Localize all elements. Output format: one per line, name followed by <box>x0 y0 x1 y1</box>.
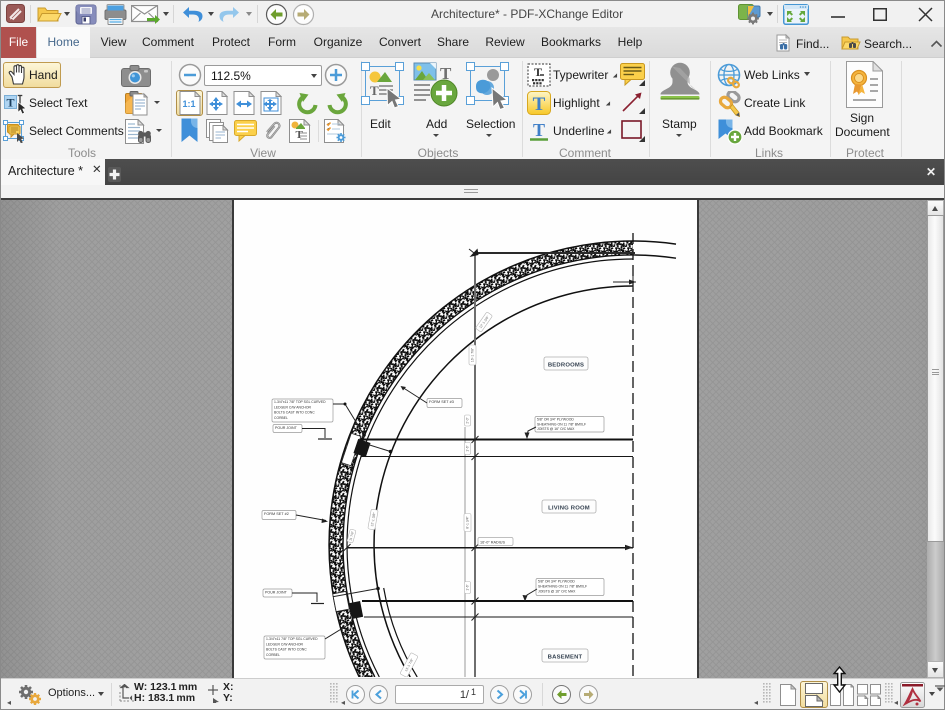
svg-text:BOLTS CAST INTO CONC: BOLTS CAST INTO CONC <box>266 648 307 652</box>
svg-text:1-3/4"x11 7/8" TOP SGL CURVED: 1-3/4"x11 7/8" TOP SGL CURVED <box>274 400 326 404</box>
svg-text:FORM SET #2: FORM SET #2 <box>264 512 289 516</box>
svg-text:LIVING ROOM: LIVING ROOM <box>548 506 590 512</box>
svg-text:T: T <box>370 83 379 98</box>
svg-text:JOISTS @ 16" O/C MAX: JOISTS @ 16" O/C MAX <box>538 590 576 594</box>
svg-text:5/8" OR 3/4" PLYWOOD: 5/8" OR 3/4" PLYWOOD <box>538 580 575 584</box>
svg-text:16'-1 7/8": 16'-1 7/8" <box>471 347 475 362</box>
svg-text:8'-1 3/4": 8'-1 3/4" <box>466 516 470 529</box>
svg-text:BOLTS CAST INTO CONC: BOLTS CAST INTO CONC <box>274 411 315 415</box>
svg-text:SHEATHING ON 11 7/8" BMXLF: SHEATHING ON 11 7/8" BMXLF <box>537 422 586 426</box>
svg-text:POUR JOINT: POUR JOINT <box>265 590 288 594</box>
svg-text:T: T <box>6 96 14 110</box>
svg-text:CORBEL: CORBEL <box>266 653 280 657</box>
svg-text:1:1: 1:1 <box>182 99 195 109</box>
svg-text:1'-6": 1'-6" <box>466 445 470 451</box>
svg-text:1'-6": 1'-6" <box>466 584 470 590</box>
svg-text:T: T <box>534 65 542 79</box>
svg-text:POUR JOINT: POUR JOINT <box>275 426 298 430</box>
svg-text:T: T <box>533 120 545 140</box>
svg-text:SHEATHING ON 11 7/8" BMXLF: SHEATHING ON 11 7/8" BMXLF <box>538 585 587 589</box>
svg-text:CORBEL: CORBEL <box>274 416 288 420</box>
svg-text:1-3/4"x11 7/8" TOP SGL CURVED: 1-3/4"x11 7/8" TOP SGL CURVED <box>266 637 318 641</box>
svg-text:16'-0" RADIUS: 16'-0" RADIUS <box>480 541 506 545</box>
svg-text:JOISTS @ 16" O/C MAX: JOISTS @ 16" O/C MAX <box>537 427 575 431</box>
svg-text:5/8" OR 3/4" PLYWOOD: 5/8" OR 3/4" PLYWOOD <box>537 418 574 422</box>
svg-text:FORM SET #3: FORM SET #3 <box>429 400 454 404</box>
svg-text:BEDROOMS: BEDROOMS <box>548 363 584 369</box>
svg-text:LEDGER C/W ANCHOR: LEDGER C/W ANCHOR <box>266 642 303 646</box>
svg-text:BASEMENT: BASEMENT <box>548 655 583 661</box>
svg-text:T: T <box>533 94 546 115</box>
svg-text:LEDGER C/W ANCHOR: LEDGER C/W ANCHOR <box>274 405 311 409</box>
svg-text:2'-0": 2'-0" <box>466 417 470 423</box>
